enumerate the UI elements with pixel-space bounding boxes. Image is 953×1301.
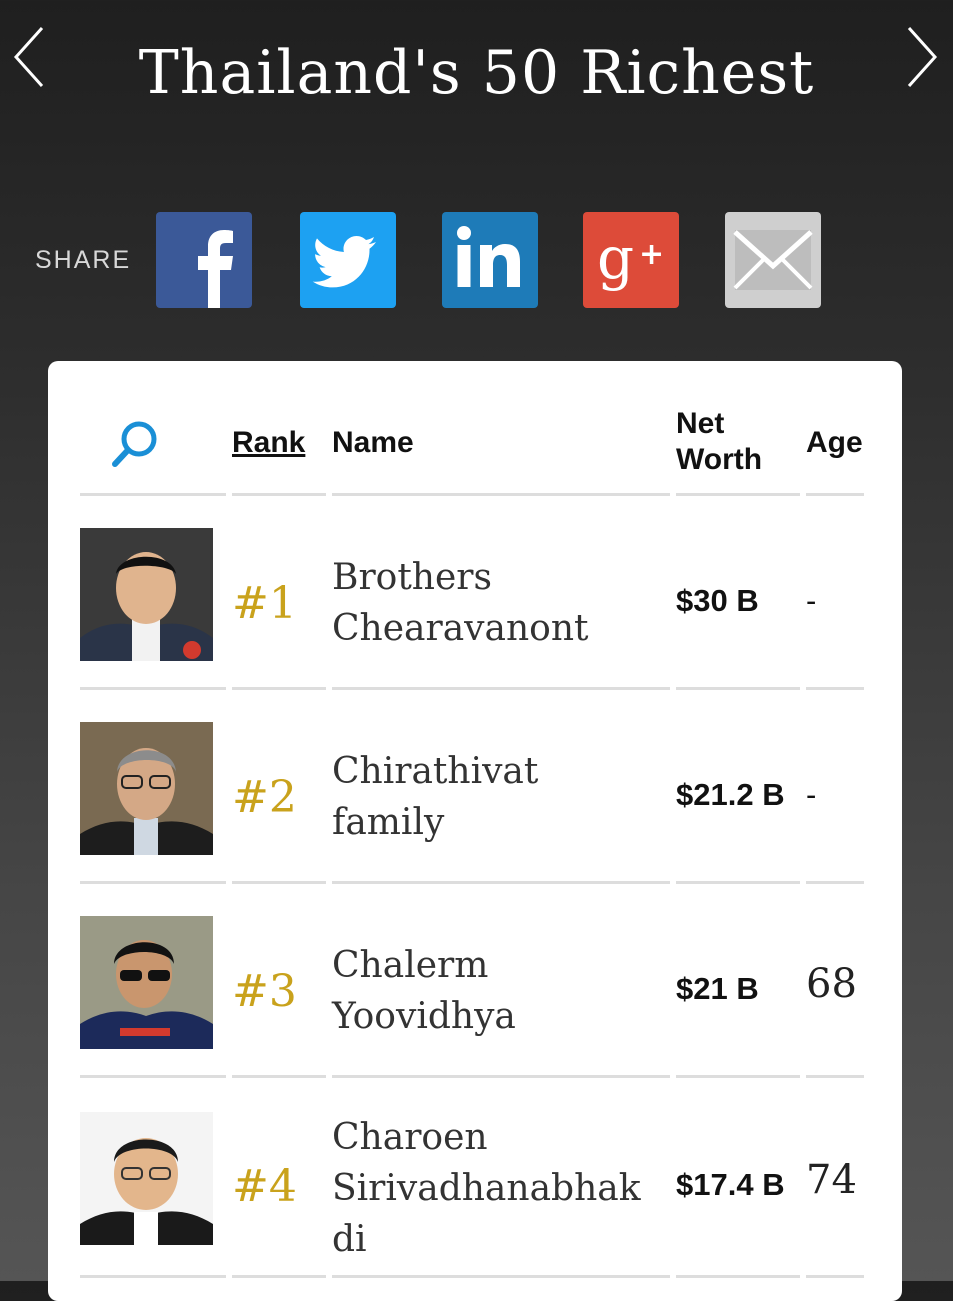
twitter-share-button[interactable] [300,212,396,308]
age-value: - [806,777,817,812]
page-title: Thailand's 50 Richest [138,38,815,108]
divider [232,1075,326,1078]
age-value: 74 [806,1157,857,1203]
divider [80,881,226,884]
divider [80,1275,226,1278]
rank-value: #3 [232,966,297,1017]
name-column-header: Name [332,426,414,459]
divider [332,1275,670,1278]
person-name[interactable]: Charoen Sirivadhanabhak di [332,1112,662,1265]
divider [676,493,800,496]
person-name-line2: Yoovidhya [332,996,516,1037]
facebook-icon [156,212,252,308]
person-name-line1: Chalerm [332,945,489,986]
net-worth-value: $21 B [676,971,759,1006]
net-worth-column-header: Net Worth [676,406,762,478]
divider [332,1075,670,1078]
share-label: SHARE [35,246,132,274]
linkedin-icon [442,212,538,308]
divider [332,687,670,690]
divider [80,687,226,690]
search-icon[interactable] [108,417,162,471]
email-share-button[interactable] [725,212,821,308]
divider [80,493,226,496]
person-name-line2: Sirivadhanabhak [332,1168,641,1209]
net-worth-header-line1: Net [676,407,725,440]
age-value: 68 [806,961,857,1007]
divider [232,493,326,496]
rank-value: #2 [232,772,297,823]
google-plus-share-button[interactable]: g + [583,212,679,308]
divider [806,1075,864,1078]
person-name-line1: Brothers [332,557,492,598]
person-name-line1: Charoen [332,1117,488,1158]
mail-icon [725,212,821,308]
divider [806,881,864,884]
divider [676,1275,800,1278]
person-name-line1: Chirathivat [332,751,539,792]
net-worth-value: $21.2 B [676,777,785,812]
divider [676,687,800,690]
divider [332,881,670,884]
svg-text:+: + [639,237,664,272]
person-name-line3: di [332,1219,367,1260]
avatar[interactable] [80,528,213,661]
person-name[interactable]: Chalerm Yoovidhya [332,940,662,1042]
google-plus-icon: g + [583,212,679,308]
person-name[interactable]: Chirathivat family [332,746,662,848]
facebook-share-button[interactable] [156,212,252,308]
rank-column-header[interactable]: Rank [232,425,305,461]
divider [676,1075,800,1078]
age-column-header: Age [806,426,863,459]
svg-text:g: g [597,224,634,292]
share-bar: SHARE g + [0,212,953,308]
richest-table: Rank Name Net Worth Age #1 Brothers Chea… [48,361,902,1301]
avatar[interactable] [80,1112,213,1245]
divider [806,493,864,496]
person-name-line2: family [332,802,445,843]
rank-value: #1 [232,578,297,629]
person-name[interactable]: Brothers Chearavanont [332,552,662,654]
twitter-icon [300,212,396,308]
person-name-line2: Chearavanont [332,608,589,649]
age-value: - [806,583,817,618]
avatar[interactable] [80,722,213,855]
divider [232,687,326,690]
avatar[interactable] [80,916,213,1049]
linkedin-share-button[interactable] [442,212,538,308]
divider [676,881,800,884]
divider [332,493,670,496]
divider [232,1275,326,1278]
net-worth-header-line2: Worth [676,443,763,476]
net-worth-value: $17.4 B [676,1167,785,1202]
divider [232,881,326,884]
divider [80,1075,226,1078]
divider [806,1275,864,1278]
rank-value: #4 [232,1161,297,1212]
net-worth-value: $30 B [676,583,759,618]
divider [806,687,864,690]
